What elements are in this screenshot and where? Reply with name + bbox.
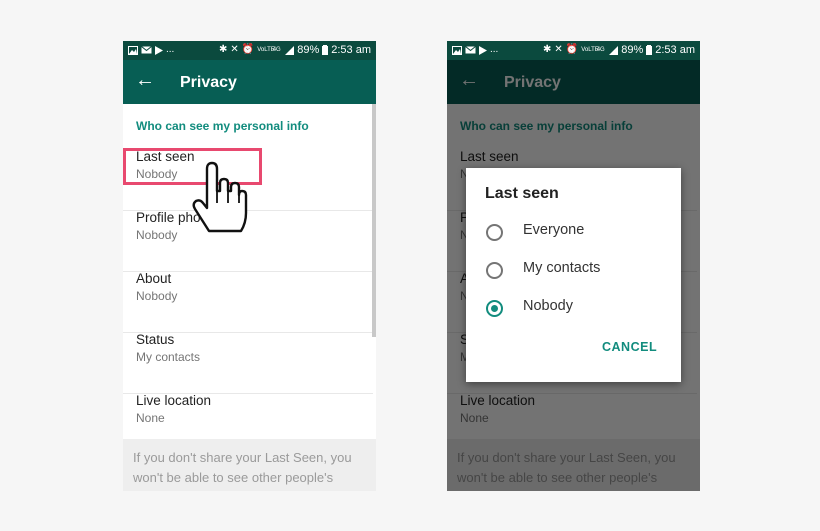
mail-icon [465,46,476,54]
battery-percent: 89% [297,44,320,56]
setting-about[interactable]: About Nobody [123,271,373,333]
option-everyone[interactable]: Everyone [466,215,681,249]
alarm-icon: ⏰ [565,44,579,55]
setting-status[interactable]: Status My contacts [123,332,373,394]
last-seen-dialog: Last seen Everyone My contacts Nobody CA… [466,168,681,382]
phone-screen-privacy: ... ✱ ✕ ⏰ VoLTE 4G 89% 2:53 am ← Privacy… [123,41,376,491]
signal-icon [609,45,619,55]
radio-button[interactable] [486,224,503,241]
mute-icon: ✕ [554,44,563,55]
4g-icon: 4G [272,47,281,53]
radio-button-selected[interactable] [486,300,503,317]
option-label: Everyone [523,222,585,238]
bluetooth-icon: ✱ [542,44,552,55]
volte-icon: VoLTE [257,47,275,53]
mute-icon: ✕ [230,44,239,55]
clock: 2:53 am [655,44,695,56]
setting-title: About [136,271,172,286]
phone-screen-dialog: ... ✱ ✕ ⏰ VoLTE 4G 89% 2:53 am ← Privacy… [447,41,700,491]
bluetooth-icon: ✱ [218,44,228,55]
clock: 2:53 am [331,44,371,56]
image-icon [452,45,462,55]
option-label: Nobody [523,298,573,314]
setting-title: Status [136,332,175,347]
setting-value: None [136,411,165,425]
overflow-text: ... [166,44,175,55]
setting-title: Live location [136,393,212,408]
mail-icon [141,46,152,54]
setting-value: Nobody [136,289,178,303]
radio-button[interactable] [486,262,503,279]
play-store-icon [155,45,163,55]
signal-icon [285,45,295,55]
toolbar: ← Privacy [123,60,376,104]
scrollbar[interactable] [372,104,376,337]
overflow-text: ... [490,44,499,55]
4g-icon: 4G [596,47,605,53]
section-header: Who can see my personal info [136,119,309,133]
play-store-icon [479,45,487,55]
alarm-icon: ⏰ [241,44,255,55]
status-bar: ... ✱ ✕ ⏰ VoLTE 4G 89% 2:53 am [123,41,376,60]
cancel-button[interactable]: CANCEL [602,340,657,354]
battery-icon [646,45,653,55]
volte-icon: VoLTE [581,47,599,53]
dialog-title: Last seen [485,185,559,202]
setting-value: Nobody [136,228,178,242]
status-bar: ... ✱ ✕ ⏰ VoLTE 4G 89% 2:53 am [447,41,700,60]
footer-note: If you don't share your Last Seen, you w… [123,439,376,491]
page-title: Privacy [180,74,237,91]
option-my-contacts[interactable]: My contacts [466,253,681,287]
battery-icon [322,45,329,55]
option-nobody[interactable]: Nobody [466,291,681,325]
image-icon [128,45,138,55]
battery-percent: 89% [621,44,644,56]
setting-value: My contacts [136,350,201,364]
hand-pointer-icon [192,161,248,233]
arrow-left-icon[interactable]: ← [135,69,155,92]
option-label: My contacts [523,260,601,276]
